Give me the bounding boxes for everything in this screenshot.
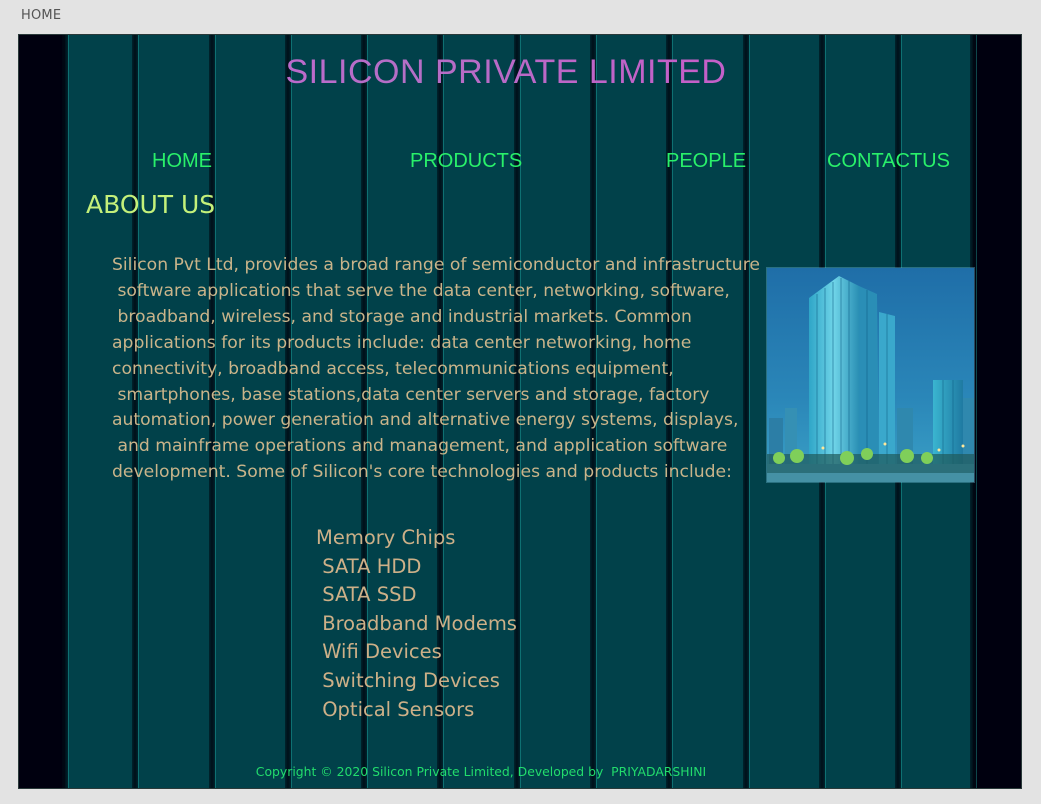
nav-products[interactable]: PRODUCTS	[410, 150, 522, 173]
list-item: SATA SSD	[316, 583, 417, 607]
about-heading: ABOUT US	[86, 190, 216, 219]
list-item: Optical Sensors	[316, 697, 475, 721]
about-line: applications for its products include: d…	[112, 332, 692, 353]
list-item: Broadband Modems	[316, 611, 517, 635]
background-stripe-glow	[68, 35, 69, 788]
about-line: broadband, wireless, and storage and ind…	[112, 306, 692, 327]
topbar-home-label[interactable]: HOME	[21, 8, 61, 23]
about-line: Silicon Pvt Ltd, provides a broad range …	[112, 255, 760, 275]
nav-home[interactable]: HOME	[152, 150, 212, 173]
footer-copyright: Copyright © 2020 Silicon Private Limited…	[255, 764, 707, 779]
about-paragraph: Silicon Pvt Ltd, provides a broad range …	[112, 253, 762, 486]
list-item: Memory Chips	[316, 526, 456, 549]
background-stripe-glow	[976, 35, 977, 788]
site-title: SILICON PRIVATE LIMITED	[19, 53, 993, 92]
nav-people[interactable]: PEOPLE	[666, 150, 746, 173]
about-line: smartphones, base stations,data center s…	[112, 384, 710, 405]
list-item: Wifi Devices	[316, 640, 442, 664]
list-item: Switching Devices	[316, 668, 500, 692]
about-line: and mainframe operations and management,…	[112, 436, 728, 457]
about-line: software applications that serve the dat…	[112, 280, 730, 301]
building-image	[766, 267, 975, 483]
list-item: SATA HDD	[316, 554, 422, 578]
page-frame: SILICON PRIVATE LIMITED HOME PRODUCTS PE…	[18, 34, 1022, 789]
about-line: connectivity, broadband access, telecomm…	[112, 358, 674, 379]
about-line: automation, power generation and alterna…	[112, 410, 739, 431]
about-line: development. Some of Silicon's core tech…	[112, 462, 732, 483]
browser-topbar: HOME	[0, 0, 1041, 34]
nav-contactus[interactable]: CONTACTUS	[827, 150, 950, 173]
building-illustration	[767, 268, 974, 482]
products-list: Memory Chips SATA HDD SATA SSD Broadband…	[316, 524, 517, 724]
